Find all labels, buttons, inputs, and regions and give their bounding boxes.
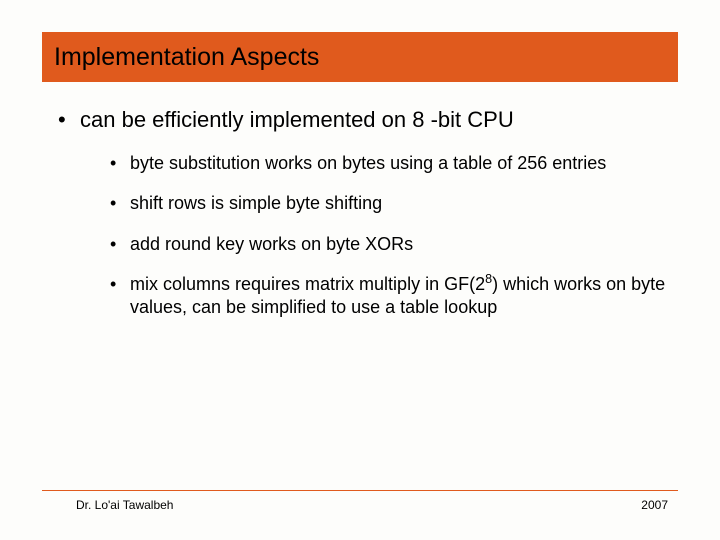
bullet-lvl1-text: can be efficiently implemented on 8 -bit… [80,107,514,132]
footer-divider [42,490,678,491]
bullet-lvl1: can be efficiently implemented on 8 -bit… [52,106,678,318]
slide-title: Implementation Aspects [54,43,319,72]
bullet-lvl2-list: byte substitution works on bytes using a… [108,152,678,319]
footer-author: Dr. Lo'ai Tawalbeh [76,498,173,512]
bullet-lvl2: byte substitution works on bytes using a… [108,152,678,175]
bullet-lvl2: mix columns requires matrix multiply in … [108,273,678,318]
slide-title-bar: Implementation Aspects [42,32,678,82]
slide-content: can be efficiently implemented on 8 -bit… [52,106,678,336]
bullet-lvl2-text: shift rows is simple byte shifting [130,193,382,213]
bullet-lvl2: shift rows is simple byte shifting [108,192,678,215]
footer: Dr. Lo'ai Tawalbeh 2007 [42,498,678,512]
bullet-lvl2: add round key works on byte XORs [108,233,678,256]
bullet-lvl2-text: byte substitution works on bytes using a… [130,153,606,173]
slide: Implementation Aspects can be efficientl… [0,0,720,540]
bullet-lvl2-text: add round key works on byte XORs [130,234,413,254]
bullet-lvl2-text-pre: mix columns requires matrix multiply in … [130,274,485,294]
footer-year: 2007 [641,498,668,512]
